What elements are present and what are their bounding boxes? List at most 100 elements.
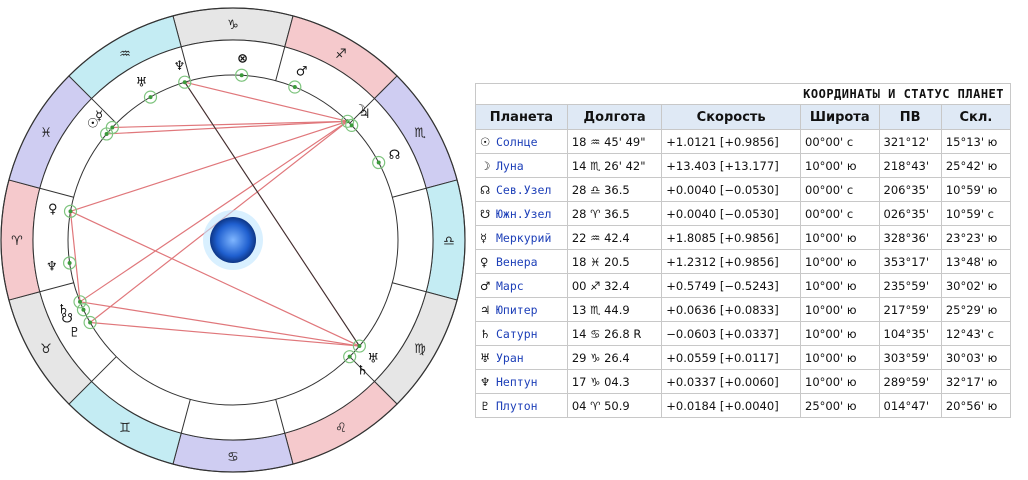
ra-cell: 321°12' bbox=[878, 129, 942, 154]
planet-dot bbox=[357, 344, 362, 349]
table-row: ♄ Сатурн 14 ♋ 26.8 R −0.0603 [+0.0337] 10°00… bbox=[475, 321, 1012, 346]
zodiac-sign-icon: ♒ bbox=[119, 47, 131, 62]
planet-coordinates-table: КООРДИНАТЫ И СТАТУС ПЛАНЕТ Планета Долго… bbox=[475, 83, 1012, 418]
zodiac-sign-icon: ♈ bbox=[11, 234, 23, 249]
declination-cell: 25°42' ю bbox=[940, 153, 1012, 178]
table-row: ☉ Солнце 18 ♒ 45' 49" +1.0121 [+0.9856] 00°0… bbox=[475, 129, 1012, 154]
planet-dot bbox=[104, 131, 109, 136]
planet-dot bbox=[110, 125, 115, 130]
planet-glyph-icon: ☿ bbox=[95, 109, 103, 124]
table-row: ♇ Плутон 04 ♈ 50.9 +0.0184 [+0.0040] 25°00' … bbox=[475, 393, 1012, 418]
planet-symbol-icon: ☽ bbox=[480, 158, 491, 173]
zodiac-sign-icon: ♌ bbox=[335, 421, 347, 436]
zodiac-sign-icon: ♉ bbox=[40, 342, 52, 357]
planet-name-cell: ☉ Солнце bbox=[475, 129, 568, 154]
planet-name-link[interactable]: Южн.Узел bbox=[496, 207, 551, 221]
latitude-cell: 10°00' ю bbox=[800, 321, 880, 346]
longitude-cell: 18 ♒ 45' 49" bbox=[566, 129, 663, 154]
planet-name-cell: ♄ Сатурн bbox=[475, 321, 568, 346]
speed-cell: +0.5749 [−0.5243] bbox=[661, 273, 802, 298]
planet-symbol-icon: ☉ bbox=[480, 134, 491, 149]
declination-cell: 10°59' с bbox=[940, 201, 1012, 226]
declination-cell: 20°56' ю bbox=[940, 393, 1012, 418]
declination-cell: 25°29' ю bbox=[940, 297, 1012, 322]
zodiac-sign-icon: ♐ bbox=[335, 47, 347, 62]
planet-symbol-icon: ♃ bbox=[480, 302, 491, 317]
latitude-cell: 10°00' ю bbox=[800, 273, 880, 298]
latitude-cell: 00°00' с bbox=[800, 201, 880, 226]
planet-name-cell: ♀ Венера bbox=[475, 249, 568, 274]
planet-name-link[interactable]: Плутон bbox=[496, 399, 538, 413]
zodiac-sign-icon: ♓ bbox=[40, 126, 52, 141]
planet-glyph-icon: ♀ bbox=[48, 202, 58, 217]
ra-cell: 026°35' bbox=[878, 201, 942, 226]
planet-symbol-icon: ♆ bbox=[480, 374, 491, 389]
declination-cell: 23°23' ю bbox=[940, 225, 1012, 250]
declination-cell: 15°13' ю bbox=[940, 129, 1012, 154]
header-longitude: Долгота bbox=[566, 104, 663, 130]
planet-name-link[interactable]: Меркурий bbox=[496, 231, 551, 245]
planet-name-link[interactable]: Солнце bbox=[496, 135, 538, 149]
planet-name-link[interactable]: Уран bbox=[496, 351, 524, 365]
declination-cell: 30°03' ю bbox=[940, 345, 1012, 370]
zodiac-sign-icon: ♊ bbox=[119, 421, 131, 436]
planet-dot bbox=[292, 85, 297, 90]
planet-dot bbox=[347, 354, 352, 359]
planet-name-link[interactable]: Сев.Узел bbox=[496, 183, 551, 197]
planet-glyph-icon: ♆ bbox=[46, 259, 58, 274]
planet-name-link[interactable]: Венера bbox=[496, 255, 538, 269]
planet-dot bbox=[349, 123, 354, 128]
planet-name-cell: ♆ Нептун bbox=[475, 369, 568, 394]
planet-symbol-icon: ♀ bbox=[480, 254, 489, 269]
planet-symbol-icon: ♇ bbox=[480, 398, 491, 413]
planet-glyph-icon: ☋ bbox=[61, 311, 73, 326]
planet-name-link[interactable]: Луна bbox=[496, 159, 524, 173]
declination-cell: 30°02' ю bbox=[940, 273, 1012, 298]
declination-cell: 13°48' ю bbox=[940, 249, 1012, 274]
longitude-cell: 13 ♏ 44.9 bbox=[566, 297, 663, 322]
latitude-cell: 00°00' с bbox=[800, 177, 880, 202]
planet-symbol-icon: ☋ bbox=[480, 206, 491, 221]
planet-name-link[interactable]: Юпитер bbox=[496, 303, 538, 317]
speed-cell: +0.0040 [−0.0530] bbox=[661, 177, 802, 202]
planet-dot bbox=[78, 299, 83, 304]
speed-cell: +0.0636 [+0.0833] bbox=[661, 297, 802, 322]
planet-dot bbox=[81, 307, 86, 312]
planet-dot bbox=[376, 160, 381, 165]
longitude-cell: 29 ♑ 26.4 bbox=[566, 345, 663, 370]
table-row: ♃ Юпитер 13 ♏ 44.9 +0.0636 [+0.0833] 10°00' … bbox=[475, 297, 1012, 322]
planet-name-cell: ☋ Южн.Узел bbox=[475, 201, 568, 226]
planet-symbol-icon: ♄ bbox=[480, 326, 491, 341]
planet-name-link[interactable]: Сатурн bbox=[496, 327, 538, 341]
planet-glyph-icon: ♅ bbox=[136, 76, 148, 91]
table-row: ♀ Венера 18 ♓ 20.5 +1.2312 [+0.9856] 10°00' … bbox=[475, 249, 1012, 274]
planet-dot bbox=[148, 95, 153, 100]
speed-cell: +1.0121 [+0.9856] bbox=[661, 129, 802, 154]
header-planet: Планета bbox=[475, 104, 568, 130]
zodiac-sign-icon: ♎ bbox=[443, 234, 455, 249]
zodiac-sign-icon: ♏ bbox=[414, 126, 426, 141]
table-row: ☊ Сев.Узел 28 ♎ 36.5 +0.0040 [−0.0530] 00°00… bbox=[475, 177, 1012, 202]
speed-cell: +0.0337 [+0.0060] bbox=[661, 369, 802, 394]
latitude-cell: 10°00' ю bbox=[800, 249, 880, 274]
ra-cell: 353°17' bbox=[878, 249, 942, 274]
speed-cell: +0.0040 [−0.0530] bbox=[661, 201, 802, 226]
latitude-cell: 10°00' ю bbox=[800, 345, 880, 370]
ra-cell: 303°59' bbox=[878, 345, 942, 370]
ra-cell: 014°47' bbox=[878, 393, 942, 418]
planet-dot bbox=[67, 260, 72, 265]
planet-name-cell: ♇ Плутон bbox=[475, 393, 568, 418]
longitude-cell: 04 ♈ 50.9 bbox=[566, 393, 663, 418]
planet-name-link[interactable]: Марс bbox=[496, 279, 524, 293]
planet-name-link[interactable]: Нептун bbox=[496, 375, 538, 389]
longitude-cell: 14 ♏ 26' 42" bbox=[566, 153, 663, 178]
table-row: ☽ Луна 14 ♏ 26' 42" +13.403 [+13.177] 10°00'… bbox=[475, 153, 1012, 178]
header-speed: Скорость bbox=[661, 104, 802, 130]
zodiac-sign-icon: ♋ bbox=[227, 450, 239, 465]
planet-dot bbox=[182, 80, 187, 85]
planet-name-cell: ☊ Сев.Узел bbox=[475, 177, 568, 202]
table-row: ☋ Южн.Узел 28 ♈ 36.5 +0.0040 [−0.0530] 00°00… bbox=[475, 201, 1012, 226]
latitude-cell: 25°00' ю bbox=[800, 393, 880, 418]
longitude-cell: 17 ♑ 04.3 bbox=[566, 369, 663, 394]
planet-glyph-icon: ♇ bbox=[69, 326, 81, 341]
